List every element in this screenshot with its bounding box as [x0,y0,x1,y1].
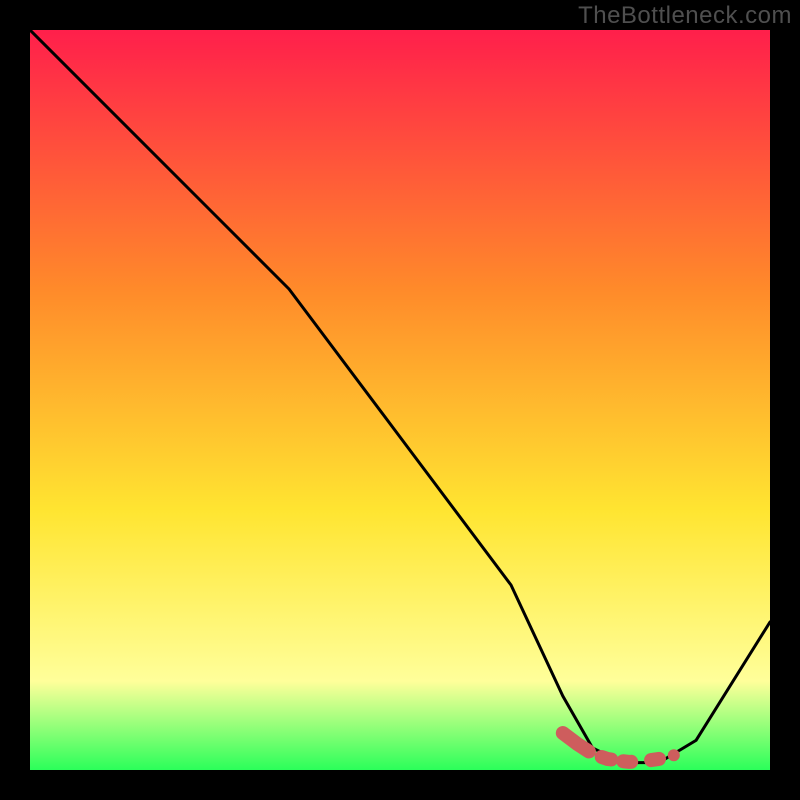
chart-svg [30,30,770,770]
chart-frame: TheBottleneck.com [0,0,800,800]
plot-area [30,30,770,770]
optimal-zone-dot [668,749,680,761]
watermark-text: TheBottleneck.com [578,2,792,30]
